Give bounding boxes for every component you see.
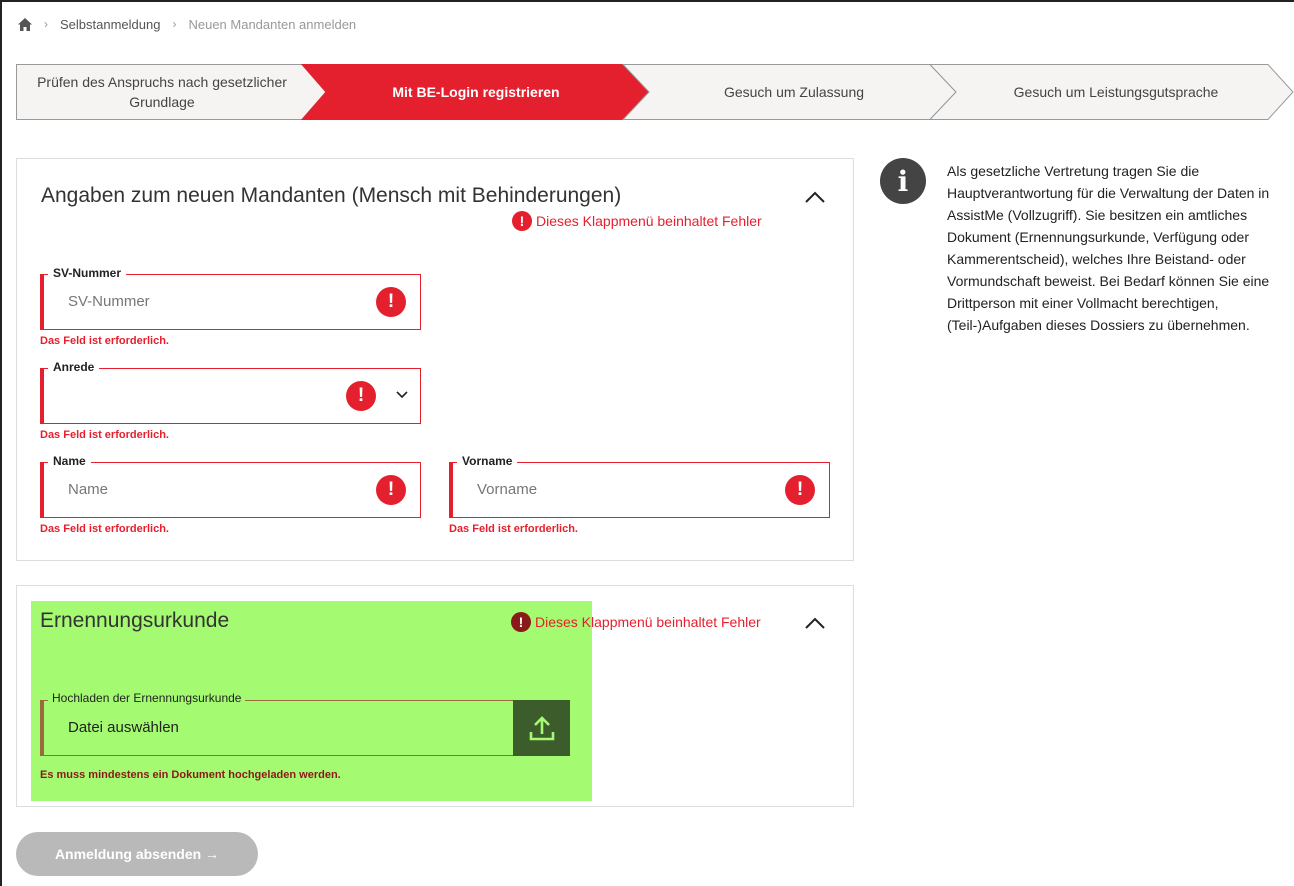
field-error-text: Das Feld ist erforderlich. (40, 335, 169, 347)
submit-registration-button[interactable]: Anmeldung absenden → (16, 832, 258, 876)
error-icon: ! (512, 211, 532, 231)
sv-nummer-field[interactable]: SV-Nummer SV-Nummer ! (40, 266, 421, 330)
breadcrumb-separator: › (172, 17, 177, 31)
field-error-icon: ! (376, 475, 406, 505)
field-error-icon: ! (785, 475, 815, 505)
step-4[interactable]: Gesuch um Leistungsgutsprache (956, 64, 1276, 120)
field-label: Anrede (48, 360, 100, 374)
panel-error-message: ! Dieses Klappmenü beinhaltet Fehler (512, 211, 762, 231)
field-error-text: Das Feld ist erforderlich. (40, 429, 169, 441)
panel-error-message: ! Dieses Klappmenü beinhaltet Fehler (511, 612, 761, 632)
field-label: SV-Nummer (48, 266, 127, 280)
field-label: Hochladen der Ernennungsurkunde (48, 691, 246, 705)
breadcrumb-item-selbstanmeldung[interactable]: Selbstanmeldung (60, 17, 160, 32)
panel-title: Angaben zum neuen Mandanten (Mensch mit … (41, 184, 622, 207)
field-label: Vorname (457, 454, 518, 468)
field-error-text: Das Feld ist erforderlich. (40, 523, 169, 535)
panel-error-text: Dieses Klappmenü beinhaltet Fehler (536, 213, 762, 229)
upload-error-text: Es muss mindestens ein Dokument hochgela… (40, 769, 341, 781)
sv-nummer-input[interactable]: SV-Nummer (68, 293, 150, 310)
field-error-icon: ! (376, 287, 406, 317)
vorname-field[interactable]: Vorname Vorname ! (449, 454, 830, 518)
name-input[interactable]: Name (68, 481, 108, 498)
upload-button[interactable] (513, 700, 570, 756)
breadcrumb-separator: › (44, 17, 48, 31)
progress-stepper: Prüfen des Anspruchs nach gesetzlicher G… (16, 64, 1294, 120)
vorname-input[interactable]: Vorname (477, 481, 537, 498)
breadcrumb-item-current: Neuen Mandanten anmelden (188, 16, 357, 32)
step-2[interactable]: Mit BE-Login registrieren (326, 64, 626, 120)
field-error-icon: ! (346, 381, 376, 411)
breadcrumb: › Selbstanmeldung › Neuen Mandanten anme… (18, 14, 356, 34)
info-text: Als gesetzliche Vertretung tragen Sie di… (947, 163, 1270, 333)
step-3[interactable]: Gesuch um Zulassung (649, 64, 939, 120)
field-error-text: Das Feld ist erforderlich. (449, 523, 578, 535)
field-label: Name (48, 454, 91, 468)
panel-error-text: Dieses Klappmenü beinhaltet Fehler (535, 614, 761, 630)
home-icon[interactable] (18, 17, 32, 31)
chevron-up-icon[interactable] (804, 190, 826, 204)
file-select-text[interactable]: Datei auswählen (68, 719, 179, 736)
upload-icon (529, 716, 554, 741)
name-field[interactable]: Name Name ! (40, 454, 421, 518)
anrede-select[interactable]: Anrede ! (40, 360, 421, 424)
panel-title: Ernennungsurkunde (40, 609, 230, 632)
info-icon: i (880, 158, 926, 204)
step-1[interactable]: Prüfen des Anspruchs nach gesetzlicher G… (22, 64, 302, 120)
error-icon: ! (511, 612, 531, 632)
chevron-up-icon[interactable] (804, 616, 826, 630)
upload-document-field[interactable]: Hochladen der Ernennungsurkunde Datei au… (40, 691, 570, 756)
chevron-down-icon[interactable] (396, 391, 408, 399)
